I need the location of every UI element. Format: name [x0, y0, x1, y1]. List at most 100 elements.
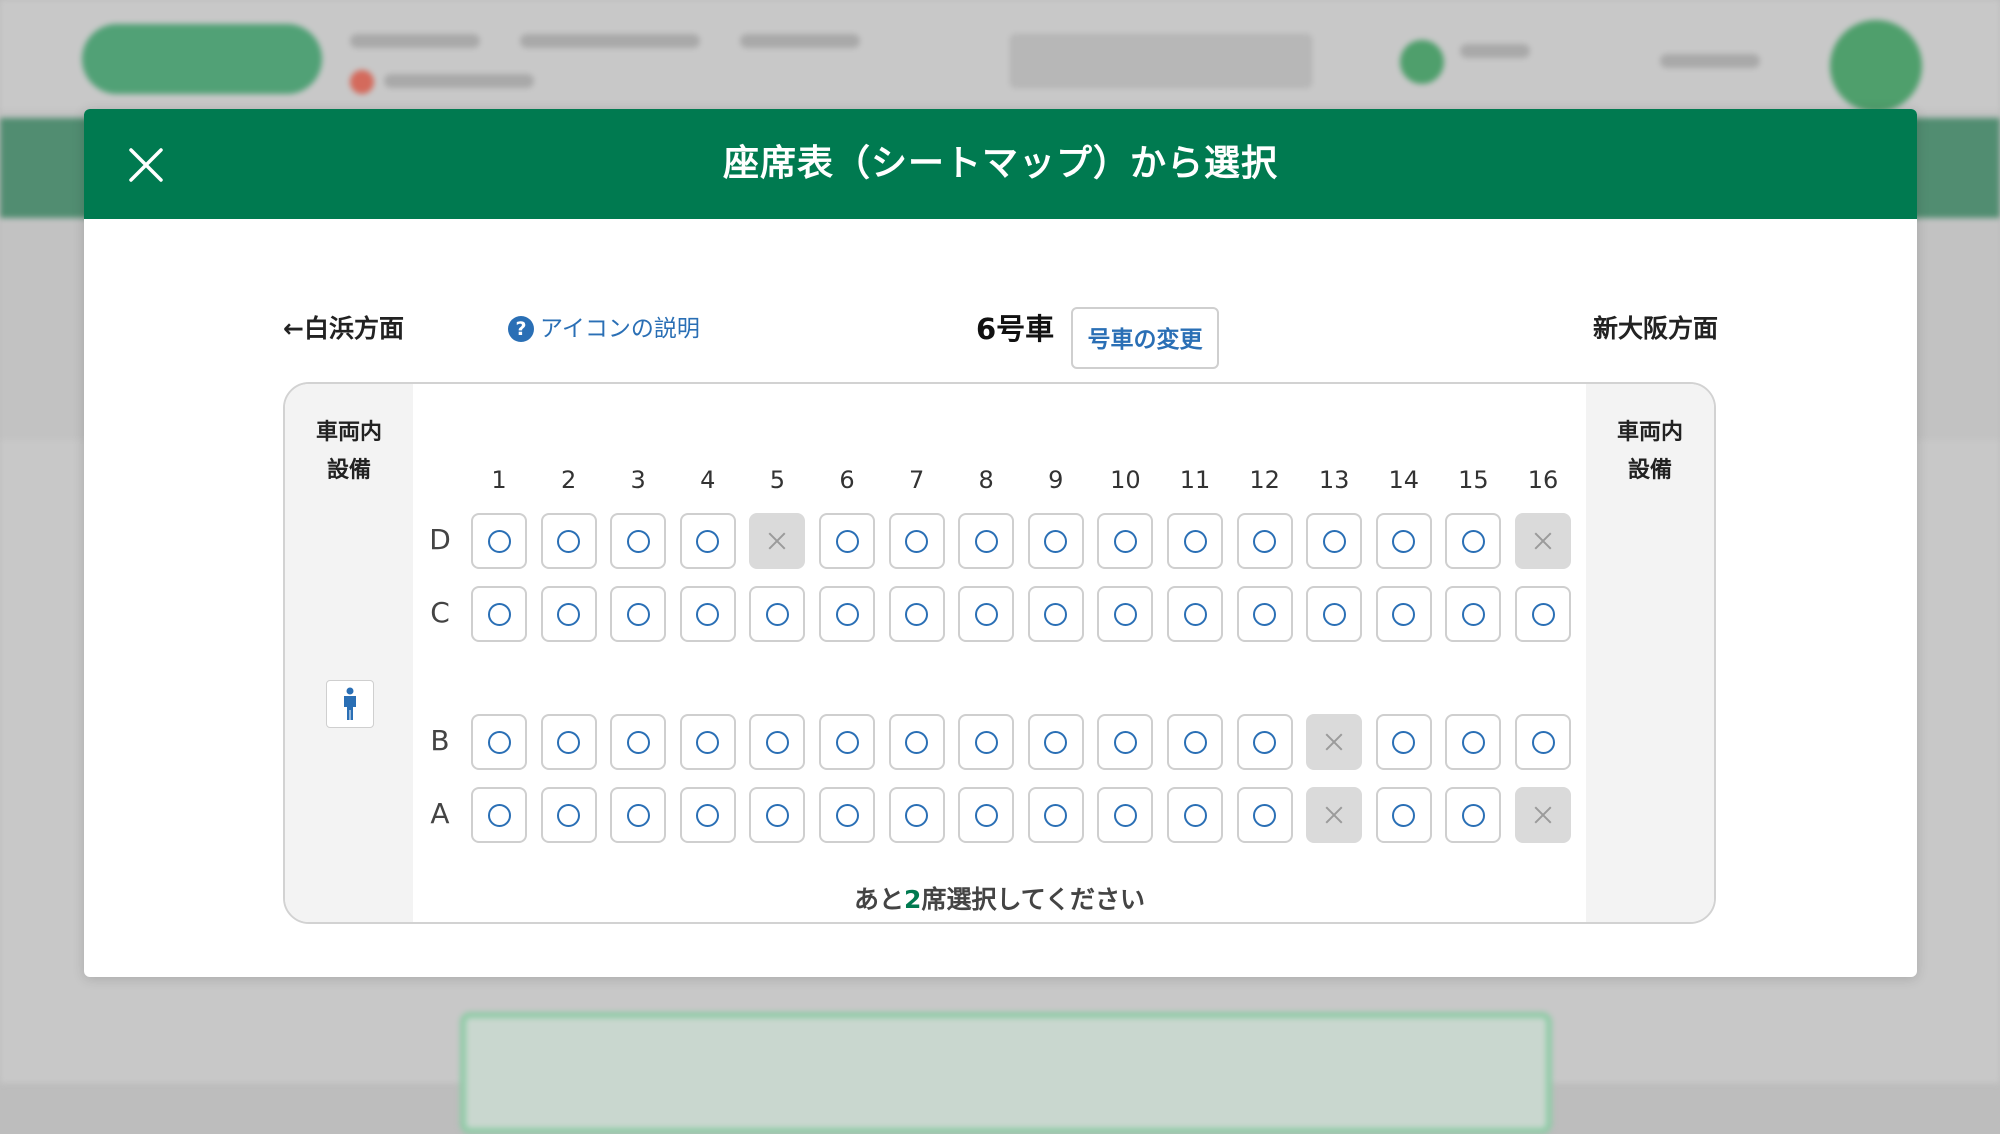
seat-available-D15[interactable]	[1445, 513, 1502, 569]
seat-available-D13[interactable]	[1306, 513, 1363, 569]
seat-available-C12[interactable]	[1236, 586, 1293, 642]
seat-column-number: 3	[630, 466, 646, 494]
seat-available-D3[interactable]	[610, 513, 667, 569]
seat-available-C3[interactable]	[610, 586, 667, 642]
restroom-man-icon	[344, 687, 356, 720]
seat-available-A1[interactable]	[471, 787, 527, 843]
seat-available-D7[interactable]	[888, 513, 945, 569]
seat-vacant-icon	[487, 803, 511, 827]
seat-available-B1[interactable]	[471, 714, 527, 770]
seat-vacant-icon	[974, 803, 998, 827]
seat-available-D9[interactable]	[1027, 513, 1084, 569]
seat-available-C7[interactable]	[888, 586, 945, 642]
seat-available-C2[interactable]	[540, 586, 597, 642]
seat-available-B16[interactable]	[1515, 714, 1571, 770]
seat-available-A14[interactable]	[1375, 787, 1432, 843]
seat-unavailable-D5	[749, 513, 806, 569]
seat-vacant-icon	[1044, 803, 1068, 827]
seat-taken-icon	[1532, 804, 1554, 826]
seat-available-A7[interactable]	[888, 787, 945, 843]
close-icon	[129, 148, 163, 182]
restroom-button[interactable]	[326, 680, 374, 728]
seat-vacant-icon	[974, 602, 998, 626]
seat-available-A12[interactable]	[1236, 787, 1293, 843]
seat-available-D8[interactable]	[958, 513, 1015, 569]
seat-unavailable-D16	[1515, 513, 1571, 569]
seat-vacant-icon	[1113, 602, 1137, 626]
seat-available-C1[interactable]	[471, 586, 527, 642]
seat-available-C5[interactable]	[749, 586, 806, 642]
seat-available-D1[interactable]	[471, 513, 527, 569]
change-car-button[interactable]: 号車の変更	[1071, 307, 1219, 369]
seat-available-A4[interactable]	[679, 787, 736, 843]
facilities-right-label: 車両内 設備	[1616, 420, 1683, 483]
seat-vacant-icon	[974, 730, 998, 754]
seat-vacant-icon	[905, 529, 929, 553]
seat-available-C4[interactable]	[679, 586, 736, 642]
background-nav-line	[1460, 44, 1530, 58]
seat-column-number: 9	[1048, 466, 1064, 494]
seat-available-C9[interactable]	[1027, 586, 1084, 642]
seat-available-C13[interactable]	[1306, 586, 1363, 642]
icon-help-label: アイコンの説明	[540, 316, 700, 342]
seat-available-C10[interactable]	[1097, 586, 1154, 642]
seat-vacant-icon	[905, 803, 929, 827]
seat-column-number: 6	[839, 466, 855, 494]
seat-available-B8[interactable]	[958, 714, 1015, 770]
seat-vacant-icon	[1044, 529, 1068, 553]
seat-available-B3[interactable]	[610, 714, 667, 770]
seat-column-number: 5	[769, 466, 786, 494]
icon-help-link[interactable]: ? アイコンの説明	[508, 309, 700, 349]
seat-available-D11[interactable]	[1167, 513, 1223, 569]
seat-vacant-icon	[905, 602, 929, 626]
seat-vacant-icon	[1531, 730, 1555, 754]
seat-vacant-icon	[765, 730, 789, 754]
seat-available-C14[interactable]	[1375, 586, 1432, 642]
seat-row-label: A	[430, 797, 450, 830]
seat-available-C16[interactable]	[1515, 586, 1571, 642]
seat-available-C8[interactable]	[958, 586, 1015, 642]
direction-left-label: ←白浜方面	[283, 314, 404, 343]
seat-vacant-icon	[487, 730, 511, 754]
seat-available-B9[interactable]	[1027, 714, 1084, 770]
seat-available-D14[interactable]	[1375, 513, 1432, 569]
seat-column-number: 16	[1527, 466, 1559, 494]
seat-available-D4[interactable]	[679, 513, 736, 569]
seat-available-A11[interactable]	[1167, 787, 1223, 843]
close-button[interactable]	[126, 145, 166, 185]
seat-available-C11[interactable]	[1167, 586, 1223, 642]
seat-available-A15[interactable]	[1445, 787, 1502, 843]
seat-taken-icon	[1323, 804, 1345, 826]
seat-vacant-icon	[1113, 803, 1137, 827]
seat-available-A5[interactable]	[749, 787, 806, 843]
seat-available-B10[interactable]	[1097, 714, 1154, 770]
seat-available-A10[interactable]	[1097, 787, 1154, 843]
seat-available-D10[interactable]	[1097, 513, 1154, 569]
seat-vacant-icon	[487, 529, 511, 553]
seat-available-A2[interactable]	[540, 787, 597, 843]
seat-available-B5[interactable]	[749, 714, 806, 770]
seat-column-number: 14	[1388, 466, 1420, 494]
seat-taken-icon	[766, 530, 788, 552]
seat-vacant-icon	[835, 730, 859, 754]
seat-vacant-icon	[1392, 730, 1416, 754]
seat-available-D6[interactable]	[819, 513, 875, 569]
seat-available-B4[interactable]	[679, 714, 736, 770]
seat-available-A3[interactable]	[610, 787, 667, 843]
seat-available-A6[interactable]	[819, 787, 875, 843]
seat-available-C15[interactable]	[1445, 586, 1502, 642]
seat-unavailable-A16	[1515, 787, 1571, 843]
seat-available-D2[interactable]	[540, 513, 597, 569]
seat-available-B15[interactable]	[1445, 714, 1502, 770]
remaining-suffix: 席選択してください	[921, 885, 1145, 914]
seat-available-B2[interactable]	[540, 714, 597, 770]
seat-available-B6[interactable]	[819, 714, 875, 770]
seat-available-B14[interactable]	[1375, 714, 1432, 770]
seat-available-A9[interactable]	[1027, 787, 1084, 843]
seat-available-C6[interactable]	[819, 586, 875, 642]
seat-available-B12[interactable]	[1236, 714, 1293, 770]
seat-available-A8[interactable]	[958, 787, 1015, 843]
seat-available-B11[interactable]	[1167, 714, 1223, 770]
seat-available-B7[interactable]	[888, 714, 945, 770]
seat-available-D12[interactable]	[1236, 513, 1293, 569]
